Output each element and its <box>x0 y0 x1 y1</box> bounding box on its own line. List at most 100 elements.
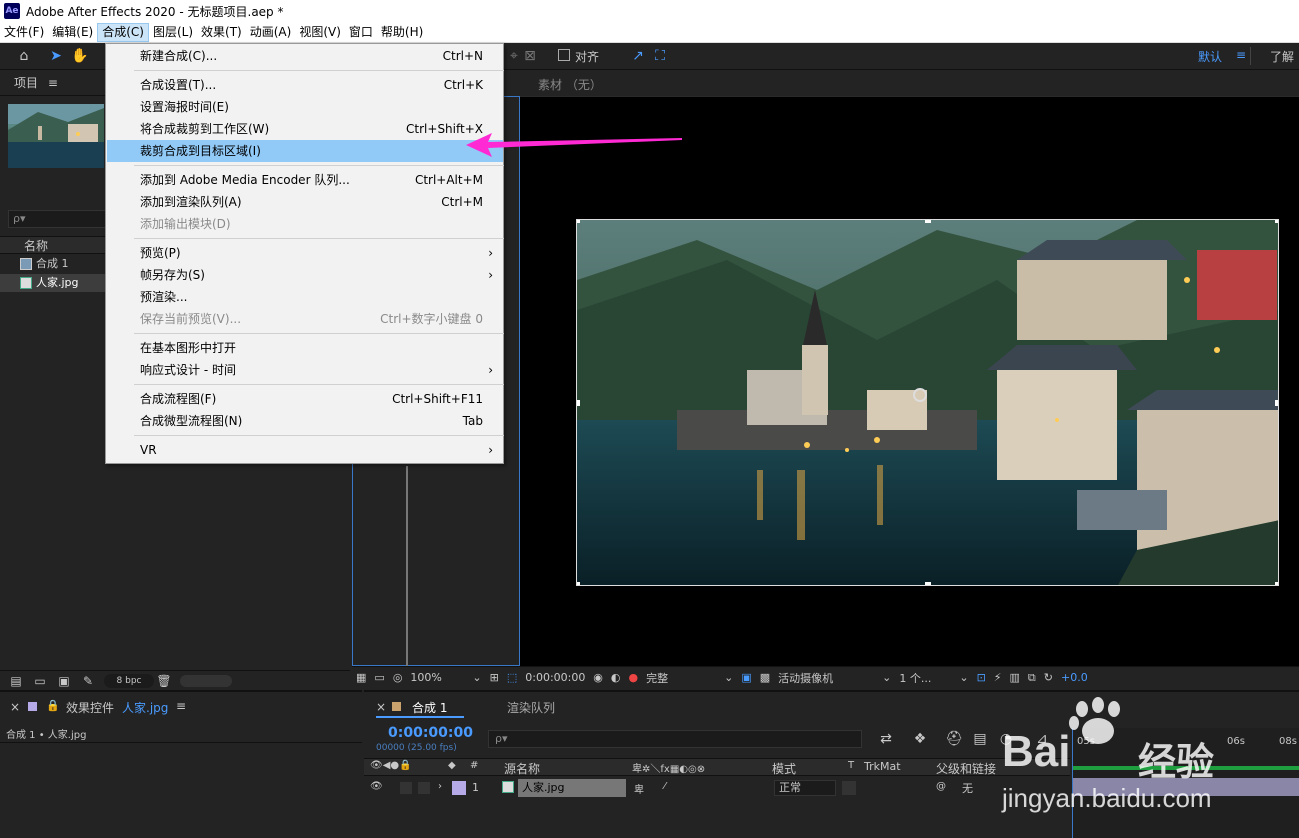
selection-tool-icon[interactable]: ➤ <box>46 47 66 65</box>
workspace-learn[interactable]: 了解 <box>1270 48 1294 65</box>
flowchart-icon[interactable]: ⧉ <box>1028 671 1036 685</box>
camera-snapshot-icon[interactable]: ◉ <box>593 671 603 684</box>
thumbnail-slider[interactable] <box>180 675 232 687</box>
eye-icon[interactable]: 👁 <box>370 781 383 792</box>
new-comp-icon[interactable]: ▣ <box>54 672 74 690</box>
menu-animation[interactable]: 动画(A) <box>246 23 296 42</box>
trkmat-select[interactable] <box>842 781 856 795</box>
menu-composition[interactable]: 合成(C) <box>97 22 149 42</box>
tab-comp1[interactable]: 合成 1 <box>412 699 447 716</box>
project-search-input[interactable]: ρ▾ <box>8 210 106 228</box>
menu-item-poster-time[interactable]: 设置海报时间(E) <box>107 96 503 118</box>
transform-handle[interactable] <box>1275 582 1278 585</box>
grid-icon[interactable]: ⊞ <box>490 671 499 684</box>
resolution-select[interactable]: 完整 <box>646 670 716 686</box>
view-layout-select[interactable]: 1 个... <box>899 670 951 686</box>
transform-handle[interactable] <box>925 220 931 223</box>
menu-item-composition-settings[interactable]: 合成设置(T)... Ctrl+K <box>107 74 503 96</box>
menu-view[interactable]: 视图(V) <box>295 23 345 42</box>
project-title[interactable]: 项目 <box>14 76 38 90</box>
menu-item-trim-to-work-area[interactable]: 将合成裁剪到工作区(W) Ctrl+Shift+X <box>107 118 503 140</box>
exposure-value[interactable]: +0.0 <box>1061 671 1088 684</box>
interpret-footage-icon[interactable]: ▤ <box>6 672 26 690</box>
blend-mode-select[interactable]: 正常 <box>774 780 836 796</box>
hand-tool-icon[interactable]: ✋ <box>70 47 90 65</box>
layer-name[interactable]: 人家.jpg <box>518 779 626 797</box>
workspace-menu-icon[interactable]: ≡ <box>1236 48 1246 62</box>
tool-icon[interactable]: ⊠ <box>520 47 540 65</box>
collapse-switch-icon[interactable]: 卑 <box>634 781 644 796</box>
new-folder-icon[interactable]: ▭ <box>30 672 50 690</box>
home-icon[interactable]: ⌂ <box>14 47 34 65</box>
menu-item-responsive-design[interactable]: 响应式设计 - 时间 › <box>107 359 503 381</box>
current-time[interactable]: 0:00:00:00 <box>525 671 585 684</box>
align-checkbox[interactable] <box>558 49 570 61</box>
parent-select[interactable]: 无 <box>962 780 973 796</box>
zoom-select[interactable]: 100% <box>410 671 464 684</box>
column-header-name[interactable]: 名称 <box>0 236 106 254</box>
settings-icon[interactable]: ✎ <box>78 672 98 690</box>
region-of-interest-icon[interactable]: ▣ <box>741 671 751 684</box>
transform-handle[interactable] <box>925 582 931 585</box>
menu-effect[interactable]: 效果(T) <box>197 23 246 42</box>
column-trkmat[interactable]: TrkMat <box>864 760 901 773</box>
lock-icon[interactable]: 🔒 <box>46 699 60 712</box>
shy-icon[interactable]: ⛑ <box>944 730 964 748</box>
draft-3d-icon[interactable]: ❖ <box>910 730 930 748</box>
lock-toggle[interactable] <box>418 782 430 794</box>
close-icon[interactable]: × <box>376 700 386 714</box>
bpc-toggle[interactable]: 8 bpc <box>104 674 154 688</box>
pickwhip-icon[interactable]: @ <box>936 781 946 792</box>
channel-icon[interactable]: ● <box>628 671 638 684</box>
transform-handle[interactable] <box>577 582 580 585</box>
effects-target[interactable]: 人家.jpg <box>122 699 168 716</box>
menu-help[interactable]: 帮助(H) <box>377 23 427 42</box>
snap-grid-icon[interactable]: ⛶ <box>650 47 670 65</box>
transform-handle[interactable] <box>1275 400 1278 406</box>
frame-blend-icon[interactable]: ▤ <box>970 730 990 748</box>
panel-menu-icon[interactable]: ≡ <box>48 76 58 90</box>
toggle-transparency-icon[interactable]: ▩ <box>760 671 770 684</box>
menu-item-vr[interactable]: VR › <box>107 439 503 461</box>
panel-menu-icon[interactable]: ≡ <box>176 699 186 713</box>
snapshot-region-icon[interactable]: ▦ <box>356 671 366 684</box>
menu-item-new-composition[interactable]: 新建合成(C)... Ctrl+N <box>107 45 503 67</box>
timeline-icon[interactable]: ▥ <box>1010 671 1020 684</box>
transform-handle[interactable] <box>577 400 580 406</box>
anchor-point-icon[interactable] <box>913 388 927 402</box>
menu-item-add-media-encoder[interactable]: 添加到 Adobe Media Encoder 队列... Ctrl+Alt+M <box>107 169 503 191</box>
layer-row[interactable]: 👁 › 1 人家.jpg 卑 ⁄ 正常 @ 无 <box>364 778 1070 798</box>
menu-layer[interactable]: 图层(L) <box>149 23 197 42</box>
mask-icon[interactable]: ◎ <box>393 671 403 684</box>
fast-preview-icon[interactable]: ⚡ <box>994 671 1002 684</box>
menu-edit[interactable]: 编辑(E) <box>48 23 97 42</box>
workspace-default[interactable]: 默认 <box>1198 48 1222 65</box>
tab-render-queue[interactable]: 渲染队列 <box>507 699 555 716</box>
column-mode[interactable]: 模式 <box>772 760 796 777</box>
menu-item-open-essential-graphics[interactable]: 在基本图形中打开 <box>107 337 503 359</box>
transparency-grid-icon[interactable]: ⬚ <box>507 671 517 684</box>
column-parent[interactable]: 父级和链接 <box>936 760 996 777</box>
solo-toggle[interactable] <box>400 782 412 794</box>
menu-window[interactable]: 窗口 <box>345 23 377 42</box>
project-item-comp[interactable]: 合成 1 <box>0 255 106 273</box>
trash-icon[interactable]: 🗑 <box>154 672 174 690</box>
menu-item-flowchart[interactable]: 合成流程图(F) Ctrl+Shift+F11 <box>107 388 503 410</box>
menu-item-preview[interactable]: 预览(P) › <box>107 242 503 264</box>
monitor-icon[interactable]: ▭ <box>374 671 384 684</box>
timeline-search-input[interactable]: ρ▾ <box>488 730 862 748</box>
menu-item-pre-render[interactable]: 预渲染... <box>107 286 503 308</box>
menu-file[interactable]: 文件(F) <box>0 23 48 42</box>
comp-flowchart-icon[interactable]: ⇄ <box>876 730 896 748</box>
composition-image[interactable] <box>576 219 1279 586</box>
menu-item-crop-to-region[interactable]: 裁剪合成到目标区域(I) <box>107 140 503 162</box>
transform-handle[interactable] <box>577 220 580 223</box>
column-source-name[interactable]: 源名称 <box>504 760 540 777</box>
label-color-swatch[interactable] <box>452 781 466 795</box>
close-icon[interactable]: × <box>10 700 20 714</box>
menu-item-add-render-queue[interactable]: 添加到渲染队列(A) Ctrl+M <box>107 191 503 213</box>
snap-icon[interactable]: ↗ <box>628 47 648 65</box>
chevron-right-icon[interactable]: › <box>438 781 442 792</box>
transform-handle[interactable] <box>1275 220 1278 223</box>
tab-footage[interactable]: 素材 （无） <box>538 76 602 93</box>
